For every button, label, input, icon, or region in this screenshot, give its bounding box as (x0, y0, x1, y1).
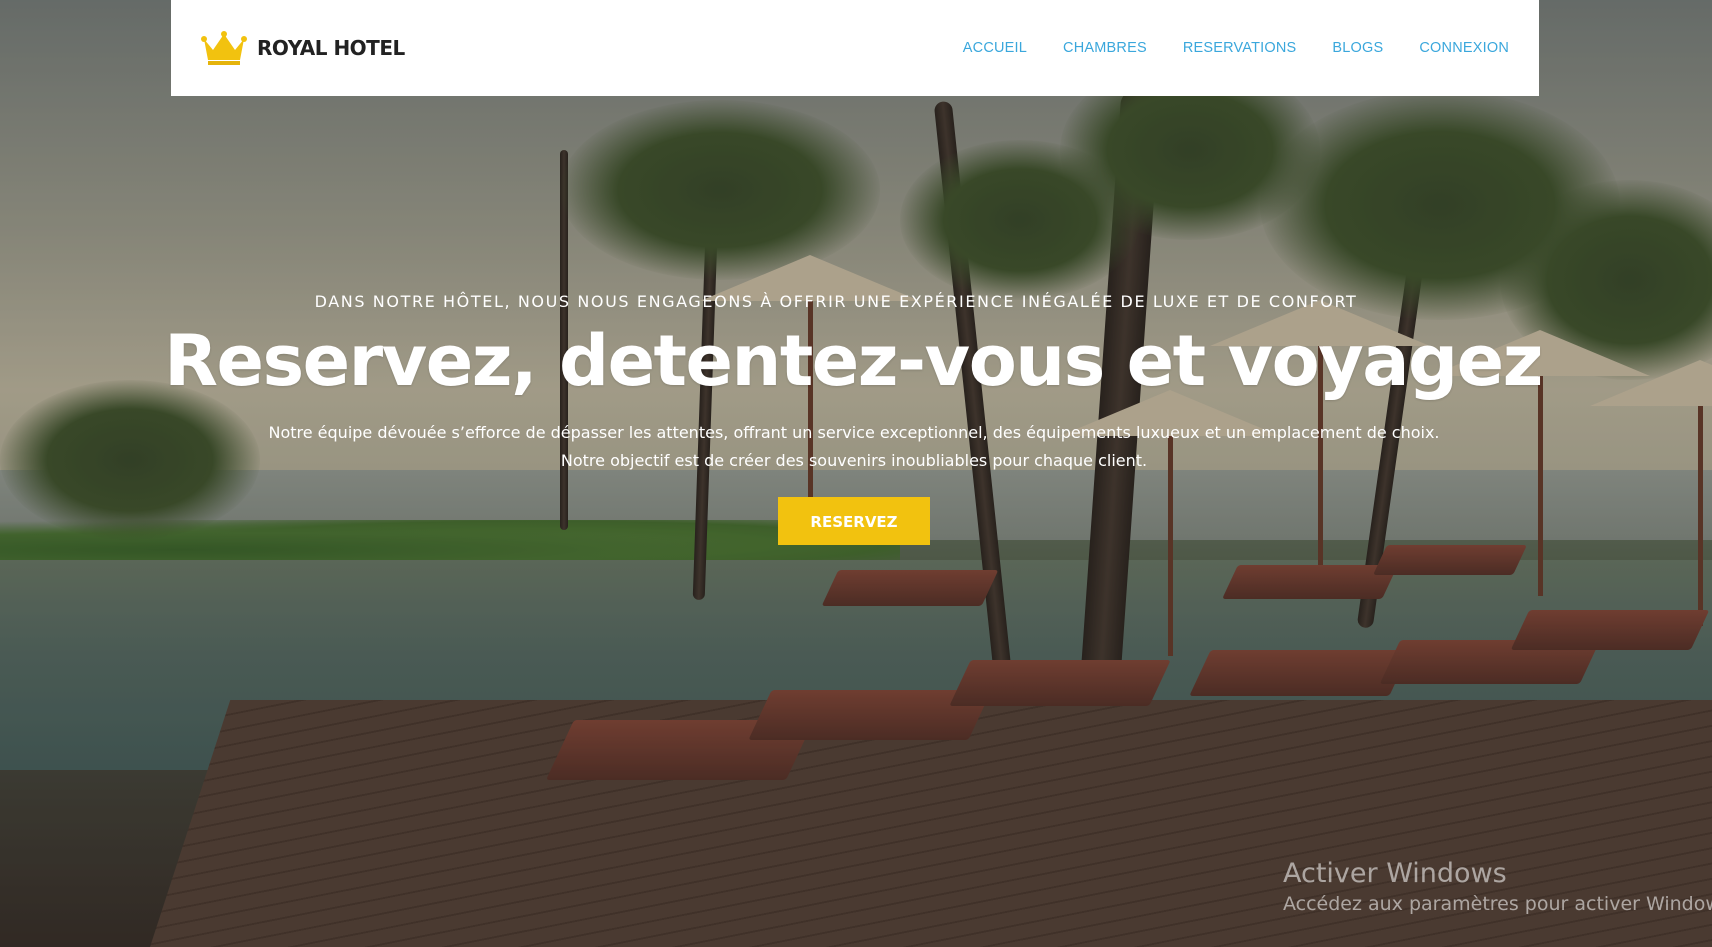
site-header: ROYAL HOTEL ACCUEIL CHAMBRES RESERVATION… (171, 0, 1539, 96)
nav-item-chambres[interactable]: CHAMBRES (1063, 40, 1147, 56)
nav-item-accueil[interactable]: ACCUEIL (963, 40, 1027, 56)
hero-section: DANS NOTRE HÔTEL, NOUS NOUS ENGAGEONS À … (0, 280, 1712, 545)
hero-title: Reservez, detentez-vous et voyagez (164, 320, 1543, 402)
brand-name: ROYAL HOTEL (257, 36, 405, 60)
watermark-title: Activer Windows (1283, 858, 1507, 889)
watermark-subtitle: Accédez aux paramètres pour activer Wind… (1283, 893, 1712, 915)
nav-item-reservations[interactable]: RESERVATIONS (1183, 40, 1297, 56)
hero-description: Notre équipe dévouée s’efforce de dépass… (0, 419, 1710, 475)
page: ROYAL HOTEL ACCUEIL CHAMBRES RESERVATION… (0, 0, 1712, 947)
nav-item-blogs[interactable]: BLOGS (1332, 40, 1383, 56)
crown-icon (201, 31, 247, 65)
hero-kicker: DANS NOTRE HÔTEL, NOUS NOUS ENGAGEONS À … (314, 292, 1358, 311)
hero-description-line-1: Notre équipe dévouée s’efforce de dépass… (268, 422, 1440, 442)
reservez-button[interactable]: RESERVEZ (778, 496, 930, 545)
hero-description-line-2: Notre objectif est de créer des souvenir… (560, 450, 1148, 470)
brand[interactable]: ROYAL HOTEL (201, 30, 405, 66)
main-nav: ACCUEIL CHAMBRES RESERVATIONS BLOGS CONN… (963, 40, 1509, 56)
windows-activation-watermark: Activer Windows Accédez aux paramètres p… (1283, 858, 1712, 915)
nav-item-connexion[interactable]: CONNEXION (1419, 40, 1509, 56)
